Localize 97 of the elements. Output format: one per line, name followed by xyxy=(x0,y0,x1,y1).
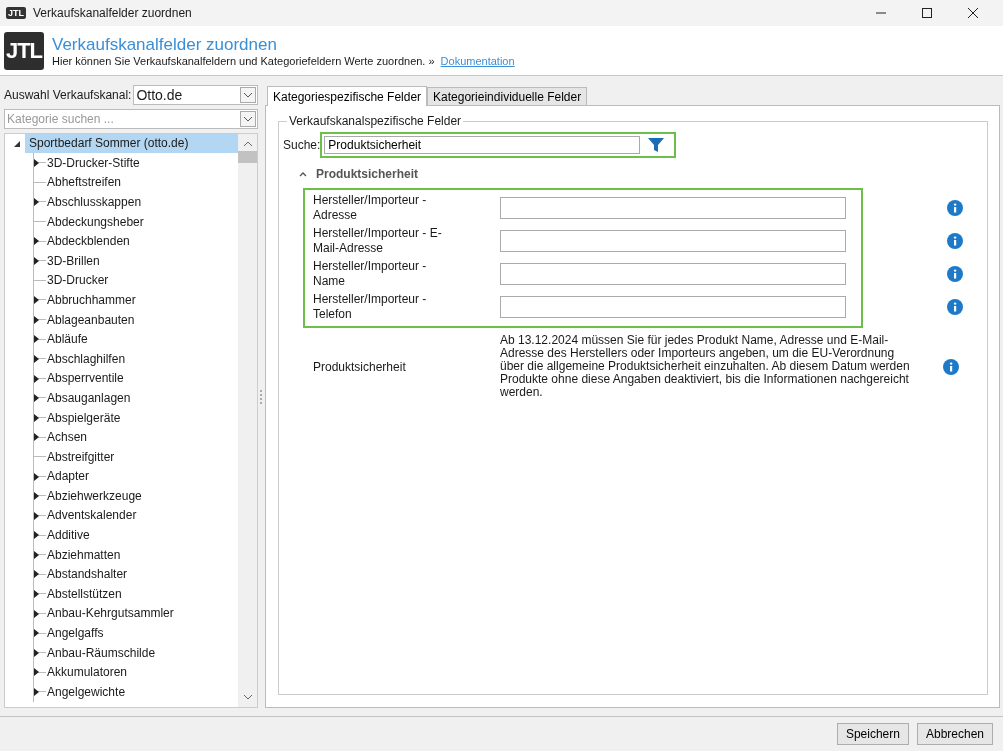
expand-arrow-icon[interactable] xyxy=(34,433,39,442)
tree-item[interactable]: Abläufe xyxy=(46,332,88,347)
field-label: Hersteller/Importeur - Adresse xyxy=(313,192,428,223)
expand-arrow-icon[interactable] xyxy=(34,256,39,265)
tree-item[interactable]: Abdeckungsheber xyxy=(46,214,144,229)
expand-arrow-icon[interactable] xyxy=(34,237,39,246)
expand-arrow-icon[interactable] xyxy=(34,472,39,481)
channel-dropdown[interactable]: Otto.de xyxy=(133,85,258,105)
scrollbar[interactable] xyxy=(238,134,257,707)
filter-icon[interactable] xyxy=(648,137,665,153)
info-icon[interactable] xyxy=(943,358,959,375)
expand-arrow-icon[interactable] xyxy=(34,413,39,422)
tree-item[interactable]: Abziehmatten xyxy=(46,547,121,562)
group-title: Verkaufskanalspezifische Felder xyxy=(288,114,463,128)
tree-item[interactable]: 3D-Drucker xyxy=(46,273,109,288)
expand-arrow-icon[interactable] xyxy=(34,511,39,520)
category-combo-box[interactable]: Kategorie suchen ... xyxy=(4,109,258,129)
input-field[interactable] xyxy=(500,295,846,318)
dialog-button[interactable]: Speichern xyxy=(836,723,909,745)
expand-arrow-icon[interactable] xyxy=(34,394,39,403)
tab[interactable]: Kategorieindividuelle Felder xyxy=(427,87,588,105)
tree-item[interactable]: Angelgaffs xyxy=(46,626,104,641)
tree-item[interactable]: Absauganlagen xyxy=(46,390,131,405)
tree-item[interactable]: Abspielgeräte xyxy=(46,410,121,425)
info-icon[interactable] xyxy=(947,199,963,216)
expand-arrow-icon[interactable] xyxy=(34,688,39,697)
expand-arrow-icon[interactable] xyxy=(34,354,39,363)
expand-arrow-icon[interactable] xyxy=(34,629,39,638)
expand-arrow-icon[interactable] xyxy=(34,492,39,501)
tree-item[interactable]: Abziehwerkzeuge xyxy=(46,488,142,503)
tree-item[interactable]: Achsen xyxy=(46,430,88,445)
field-label: Produktsicherheit xyxy=(313,359,407,374)
tree-item[interactable]: Abschlaghilfen xyxy=(46,351,126,366)
expand-arrow-icon[interactable] xyxy=(34,335,39,344)
header-subtitle: Hier können Sie Verkaufskanalfeldern und Kategoriefeldern Werte zuordnen. » xyxy=(52,54,435,67)
expand-arrow-icon[interactable] xyxy=(34,315,39,324)
expand-arrow-icon[interactable] xyxy=(34,550,39,559)
app-logo: JTL xyxy=(6,7,26,19)
splitter-grip[interactable] xyxy=(259,389,264,404)
tree-item[interactable]: Additive xyxy=(46,528,90,543)
expand-arrow-icon[interactable] xyxy=(34,609,39,618)
input-field[interactable] xyxy=(500,196,846,219)
tree-item[interactable]: Adventskalender xyxy=(46,508,137,523)
tree-item[interactable]: Abdeckblenden xyxy=(46,234,130,249)
tree-item[interactable]: Ablageanbauten xyxy=(46,312,135,327)
field-label: Hersteller/Importeur - Telefon xyxy=(313,291,428,322)
scrollbar-thumb[interactable] xyxy=(238,151,257,163)
tree-item[interactable]: 3D-Brillen xyxy=(46,253,100,268)
field-label: Hersteller/Importeur - Name xyxy=(313,258,428,289)
tree-item[interactable]: Adapter xyxy=(46,469,90,484)
tree-item[interactable]: Abschlusskappen xyxy=(46,195,142,209)
expand-arrow-icon[interactable] xyxy=(34,590,39,599)
search-field[interactable]: Produktsicherheit xyxy=(324,136,641,154)
info-icon[interactable] xyxy=(947,265,963,282)
section-title: Produktsicherheit xyxy=(316,167,419,181)
tab[interactable]: Kategoriespezifische Felder xyxy=(267,86,428,106)
dropdown-caret-icon[interactable] xyxy=(240,111,256,127)
tree-item[interactable]: Abheftstreifen xyxy=(46,175,122,190)
tree-item[interactable]: Anbau-Räumschilde xyxy=(46,645,156,660)
jtl-logo: JTL xyxy=(4,31,44,70)
tree-item[interactable]: Absperrventile xyxy=(46,371,124,386)
expand-arrow-icon[interactable] xyxy=(34,648,39,657)
tree-item[interactable]: Abstreifgitter xyxy=(46,449,115,464)
expand-arrow-icon[interactable] xyxy=(34,374,39,383)
collapse-arrow-icon[interactable] xyxy=(13,139,21,148)
tree-item[interactable]: 3D-Drucker-Stifte xyxy=(46,155,140,170)
expand-arrow-icon[interactable] xyxy=(34,296,39,305)
window-title: Verkaufskanalfelder zuordnen xyxy=(33,6,193,20)
documentation-link[interactable]: Dokumentation xyxy=(440,54,515,67)
tree-item[interactable]: Abstellstützen xyxy=(46,586,122,601)
field-label: Hersteller/Importeur - E-Mail-Adresse xyxy=(313,225,443,256)
expand-arrow-icon[interactable] xyxy=(34,668,39,677)
collapse-caret-icon[interactable] xyxy=(299,171,307,177)
input-field[interactable] xyxy=(500,262,846,285)
close-icon[interactable] xyxy=(967,7,979,19)
expand-arrow-icon[interactable] xyxy=(34,570,39,579)
tree-item[interactable]: Abstandshalter xyxy=(46,567,128,582)
dropdown-caret-icon[interactable] xyxy=(240,87,256,103)
input-field[interactable] xyxy=(500,229,846,252)
dialog-button[interactable]: Abbrechen xyxy=(916,723,993,745)
info-text: Ab 13.12.2024 müssen Sie für jedes Produkt Name, Adresse und E-Mail-Adresse des Herstellers oder Importeurs angeben, um die EU-Verordnung über die allgemeine Produktsicherheit einzuhalten. Ab diesem Datum werden Produkte ohne diese Angaben deaktiviert, bis die Informationen nachgereicht werden. xyxy=(500,334,911,399)
tree-item[interactable]: Angelgewichte xyxy=(46,684,126,699)
scroll-up-icon[interactable] xyxy=(242,140,253,148)
expand-arrow-icon[interactable] xyxy=(34,159,39,167)
header-title: Verkaufskanalfelder zuordnen xyxy=(52,34,278,55)
channel-label: Auswahl Verkaufskanal: xyxy=(4,88,132,102)
tree-item[interactable]: Anbau-Kehrgutsammler xyxy=(46,606,174,621)
expand-arrow-icon[interactable] xyxy=(34,198,39,207)
tree-item[interactable]: Abbruchhammer xyxy=(46,292,136,307)
search-label: Suche: xyxy=(283,138,321,152)
scroll-down-icon[interactable] xyxy=(242,693,253,701)
tree-item[interactable]: Akkumulatoren xyxy=(46,665,128,680)
maximize-icon[interactable] xyxy=(921,7,933,19)
info-icon[interactable] xyxy=(947,298,963,315)
info-icon[interactable] xyxy=(947,232,963,249)
expand-arrow-icon[interactable] xyxy=(34,531,39,540)
tree-item[interactable]: Sportbedarf Sommer (otto.de) xyxy=(25,134,238,153)
